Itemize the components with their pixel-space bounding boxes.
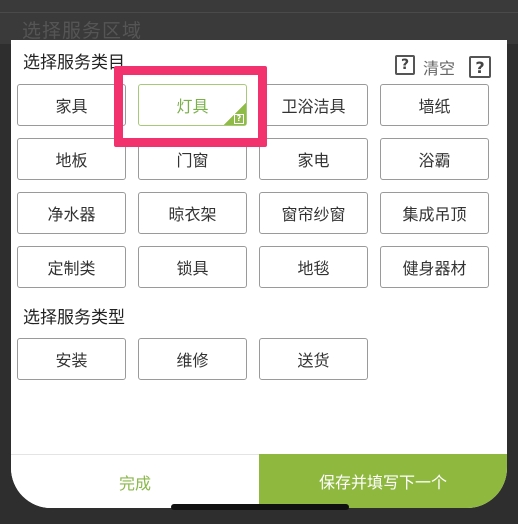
sheet-footer: 完成 保存并填写下一个 — [11, 454, 507, 508]
background-title: 选择服务区域 — [22, 20, 143, 40]
done-button[interactable]: 完成 — [11, 454, 259, 508]
category-option[interactable]: 家具 — [17, 84, 126, 126]
category-option[interactable]: 集成吊顶 — [380, 192, 489, 234]
category-option-label: 灯具 — [176, 97, 209, 116]
service-type-option[interactable]: 维修 — [138, 338, 247, 380]
service-type-option[interactable]: 安装 — [17, 338, 126, 380]
category-option[interactable]: 浴霸 — [380, 138, 489, 180]
category-option[interactable]: 地板 — [17, 138, 126, 180]
category-option[interactable]: 健身器材 — [380, 246, 489, 288]
category-option[interactable]: 家电 — [259, 138, 368, 180]
clear-button[interactable]: 清空 — [423, 55, 455, 79]
category-option[interactable]: 门窗 — [138, 138, 247, 180]
category-option-selected[interactable]: 灯具 ? — [138, 84, 247, 126]
save-and-next-button[interactable]: 保存并填写下一个 — [259, 454, 507, 508]
category-option[interactable]: 窗帘纱窗 — [259, 192, 368, 234]
help-icon[interactable]: ? — [469, 56, 491, 78]
service-type-option[interactable]: 送货 — [259, 338, 368, 380]
category-section-title: 选择服务类目 — [23, 53, 125, 73]
background-panel: 选择服务区域 — [0, 0, 518, 44]
category-option[interactable]: 地毯 — [259, 246, 368, 288]
category-option[interactable]: 墙纸 — [380, 84, 489, 126]
home-indicator[interactable] — [171, 504, 349, 510]
help-icon[interactable]: ? — [395, 55, 415, 75]
category-option[interactable]: 晾衣架 — [138, 192, 247, 234]
category-option[interactable]: 净水器 — [17, 192, 126, 234]
background-divider — [0, 12, 518, 13]
category-option[interactable]: 锁具 — [138, 246, 247, 288]
category-option[interactable]: 卫浴洁具 — [259, 84, 368, 126]
category-option[interactable]: 定制类 — [17, 246, 126, 288]
category-sheet: 选择服务类目 ? 清空 ? 家具 灯具 ? 卫浴洁具 墙纸 地板 门窗 家电 浴… — [11, 40, 507, 508]
selected-check-icon: ? — [234, 114, 244, 124]
service-type-section-title: 选择服务类型 — [23, 308, 125, 328]
